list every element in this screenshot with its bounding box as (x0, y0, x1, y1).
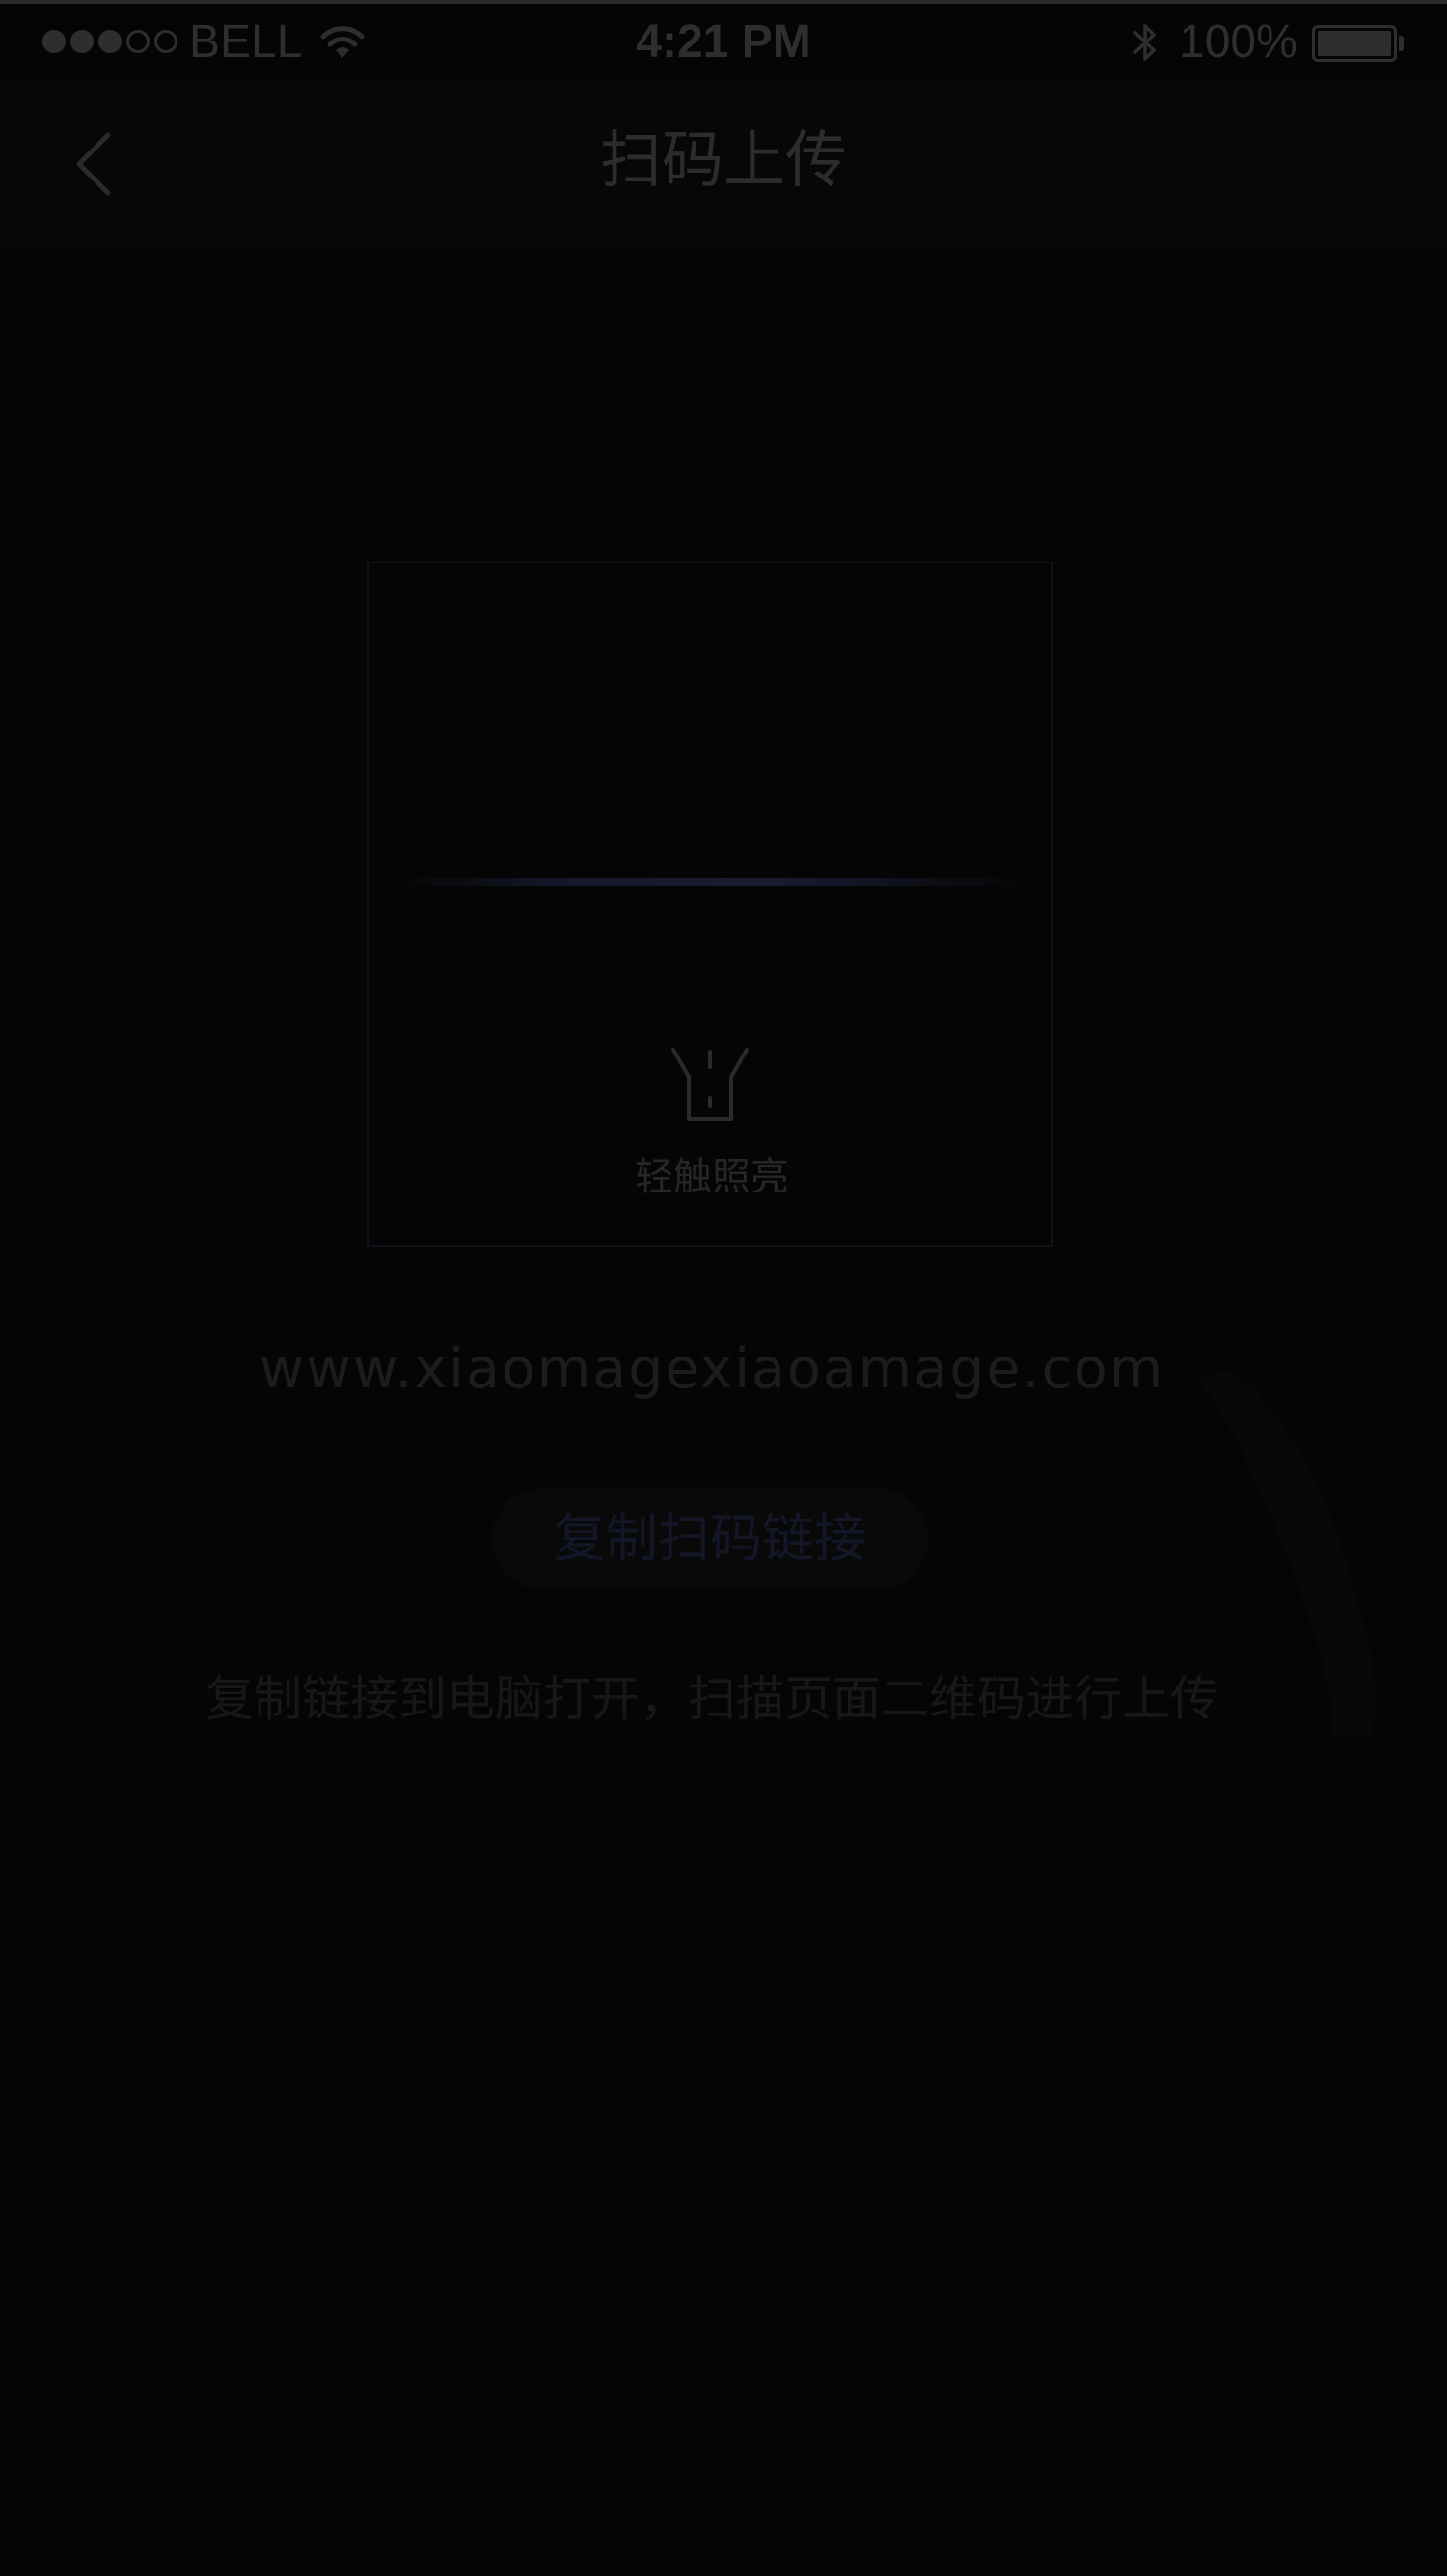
battery-tip (1399, 36, 1404, 51)
scan-upload-screen: BELL 4:21 PM 100% 扫码上传 轻触照亮 www.xiaomage… (0, 0, 1447, 2576)
battery-level-fill (1318, 31, 1391, 56)
navigation-bar: 扫码上传 (0, 81, 1447, 245)
chevron-left-icon[interactable] (58, 125, 135, 203)
page-title: 扫码上传 (600, 125, 847, 197)
flashlight-icon (671, 1048, 749, 1121)
hand-shadow-decoration (1198, 1370, 1376, 1737)
status-bar: BELL 4:21 PM 100% (0, 4, 1447, 79)
torch-button[interactable]: 轻触照亮 (606, 1046, 818, 1229)
scan-line (394, 878, 1030, 886)
scan-frame: 轻触照亮 (367, 562, 1053, 1247)
copy-link-button[interactable]: 复制扫码链接 (492, 1488, 928, 1590)
battery-icon (1312, 25, 1397, 62)
bluetooth-icon (1133, 24, 1156, 61)
battery-percent: 100% (1179, 16, 1297, 68)
torch-label: 轻触照亮 (635, 1155, 789, 1199)
